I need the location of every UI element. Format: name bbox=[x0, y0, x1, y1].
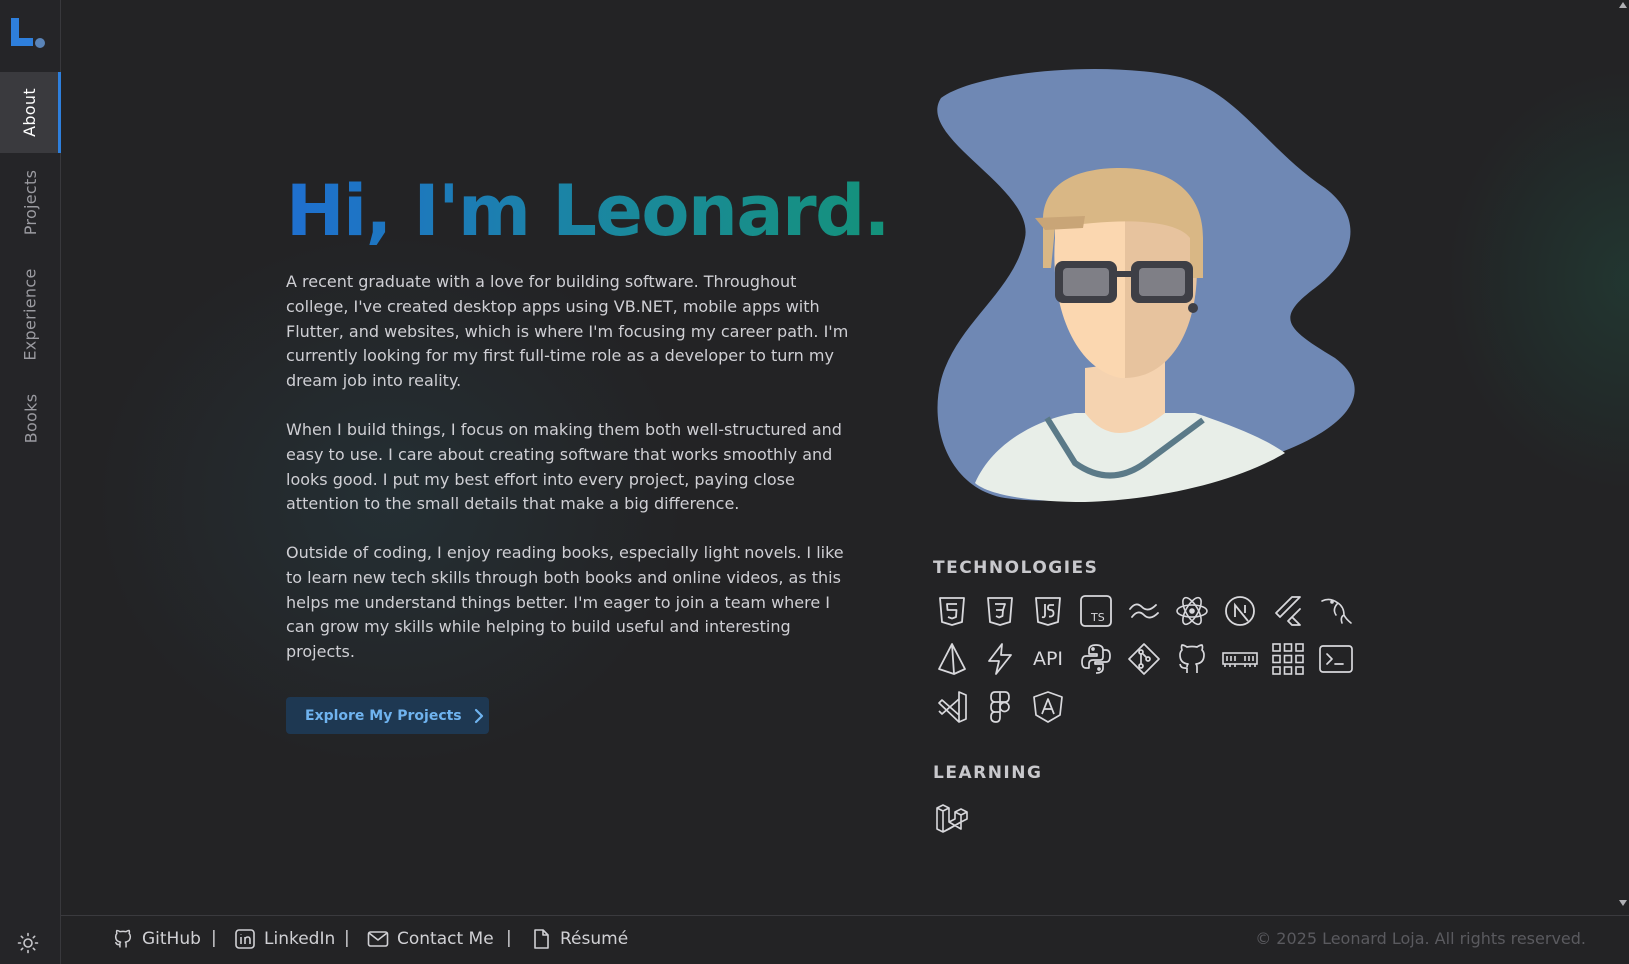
sidebar-item-about[interactable]: About bbox=[0, 72, 61, 153]
sidebar-item-label: About bbox=[19, 88, 39, 137]
git-icon bbox=[1125, 640, 1163, 678]
sidebar-item-label: Projects bbox=[21, 169, 41, 236]
api-icon: API bbox=[1032, 648, 1064, 670]
sidebar: About Projects Experience Books bbox=[0, 0, 61, 964]
resume-link[interactable]: Résumé bbox=[530, 928, 628, 950]
footer: GitHub | LinkedIn | Contact Me | Résumé … bbox=[61, 915, 1629, 964]
scroll-up-arrow-icon[interactable] bbox=[1619, 2, 1627, 8]
github-link-label: GitHub bbox=[142, 929, 201, 949]
github-icon bbox=[114, 929, 132, 948]
footer-separator: | bbox=[344, 928, 350, 948]
footer-separator: | bbox=[506, 928, 512, 948]
footer-separator: | bbox=[211, 928, 217, 948]
learning-heading: LEARNING bbox=[933, 763, 1043, 783]
linkedin-icon bbox=[235, 929, 255, 949]
explore-projects-button[interactable]: Explore My Projects bbox=[286, 697, 489, 734]
angular-icon bbox=[1029, 688, 1067, 726]
mysql-icon bbox=[1317, 592, 1355, 630]
mail-icon bbox=[367, 931, 389, 947]
ram-icon bbox=[1221, 640, 1259, 678]
contact-link-label: Contact Me bbox=[397, 929, 494, 949]
file-icon bbox=[534, 929, 549, 949]
vscode-icon bbox=[933, 688, 971, 726]
sidebar-item-books[interactable]: Books bbox=[0, 383, 61, 453]
github-icon bbox=[1173, 640, 1211, 678]
page-title: Hi, I'm Leonard. bbox=[286, 166, 890, 256]
sidebar-item-label: Experience bbox=[21, 267, 41, 361]
linkedin-link[interactable]: LinkedIn bbox=[234, 928, 335, 950]
javascript-icon bbox=[1029, 592, 1067, 630]
laravel-icon bbox=[933, 800, 971, 838]
tailwind-icon bbox=[1125, 592, 1163, 630]
sidebar-item-experience[interactable]: Experience bbox=[0, 262, 61, 366]
html5-icon bbox=[933, 592, 971, 630]
grid-icon bbox=[1269, 640, 1307, 678]
sidebar-item-projects[interactable]: Projects bbox=[0, 160, 61, 245]
typescript-icon: TS bbox=[1077, 592, 1115, 630]
copyright-text: © 2025 Leonard Loja. All rights reserved… bbox=[1255, 929, 1586, 948]
nextjs-icon bbox=[1221, 592, 1259, 630]
avatar bbox=[937, 68, 1355, 502]
prisma-icon bbox=[933, 640, 971, 678]
react-icon bbox=[1173, 592, 1211, 630]
scroll-down-arrow-icon[interactable] bbox=[1619, 900, 1627, 906]
about-paragraph: A recent graduate with a love for buildi… bbox=[286, 272, 849, 391]
python-icon bbox=[1077, 640, 1115, 678]
about-paragraph: When I build things, I focus on making t… bbox=[286, 420, 842, 514]
linkedin-link-label: LinkedIn bbox=[264, 929, 336, 949]
technologies-heading: TECHNOLOGIES bbox=[933, 558, 1099, 578]
about-paragraph: Outside of coding, I enjoy reading books… bbox=[286, 543, 844, 662]
svg-text:TS: TS bbox=[1090, 611, 1105, 624]
figma-icon bbox=[981, 688, 1019, 726]
css3-icon bbox=[981, 592, 1019, 630]
resume-link-label: Résumé bbox=[560, 929, 629, 949]
sun-icon[interactable] bbox=[17, 932, 39, 954]
github-link[interactable]: GitHub bbox=[112, 928, 201, 950]
terminal-icon bbox=[1317, 640, 1355, 678]
chevron-right-icon bbox=[474, 708, 483, 723]
flutter-icon bbox=[1269, 592, 1307, 630]
contact-link[interactable]: Contact Me bbox=[367, 928, 494, 950]
zap-icon bbox=[981, 640, 1019, 678]
logo-icon[interactable] bbox=[10, 18, 46, 50]
sidebar-item-label: Books bbox=[21, 393, 40, 443]
explore-projects-label: Explore My Projects bbox=[305, 707, 462, 724]
